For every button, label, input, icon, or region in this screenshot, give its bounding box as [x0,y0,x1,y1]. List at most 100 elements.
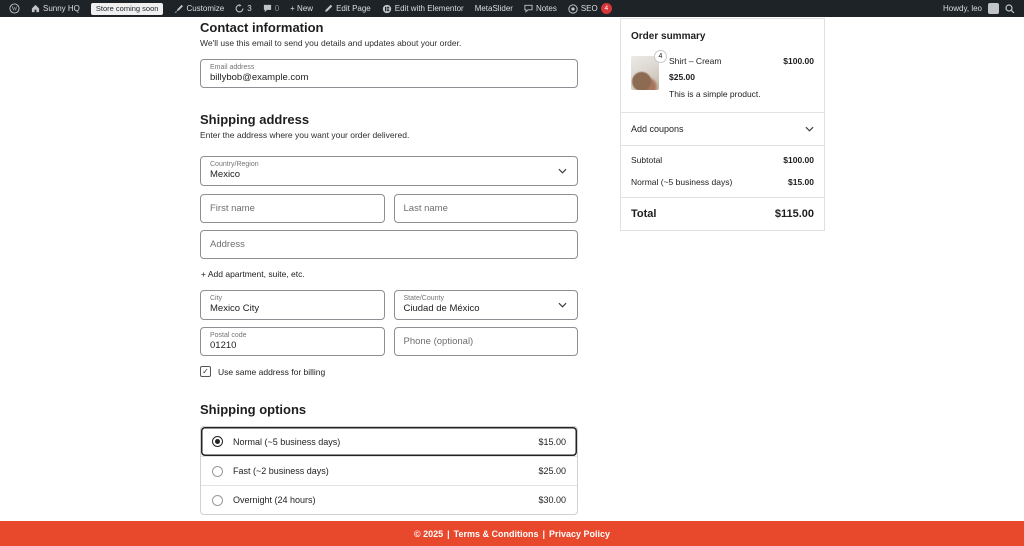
shipping-option-label: Overnight (24 hours) [233,495,316,505]
notes-bubble-icon [524,4,533,13]
new-label: + New [290,4,314,13]
edit-page-menu[interactable]: Edit Page [324,4,371,13]
postal-code-value: 01210 [210,340,237,351]
shipping-address-heading: Shipping address [200,112,310,127]
edit-page-label: Edit Page [336,4,371,13]
first-name-field[interactable]: First name [200,194,385,223]
seo-icon [568,3,578,14]
notes-menu[interactable]: Notes [524,4,557,13]
notes-label: Notes [535,4,557,13]
site-name: Sunny HQ [43,4,80,13]
howdy-account-menu[interactable]: Howdy, leo [943,4,982,13]
state-select-label: State/County [403,295,444,302]
checkbox-checked-icon[interactable]: ✓ [200,366,211,377]
product-name: Shirt – Cream [669,56,722,66]
elementor-label: Edit with Elementor [394,4,464,13]
email-field-label: Email address [210,64,255,71]
shipping-method-label: Normal (~5 business days) [631,177,733,187]
subtotal-row: Subtotal $100.00 [631,155,814,165]
home-icon [31,4,40,13]
product-thumbnail [631,56,659,90]
footer-separator: | [447,528,450,539]
shipping-option-price: $25.00 [538,466,566,476]
add-coupons-label: Add coupons [631,124,684,134]
avatar[interactable] [988,3,999,14]
state-select[interactable]: State/County Ciudad de México [393,290,578,320]
checkout-form: Contact information We'll use this email… [200,20,578,521]
chevron-down-icon [805,126,814,132]
order-summary-panel: Order summary 4 Shirt – Cream $100.00 $2… [620,18,825,231]
updates-count: 3 [247,4,252,13]
order-summary-heading: Order summary [631,31,706,42]
comments-menu[interactable]: 0 [263,4,279,13]
shipping-address-description: Enter the address where you want your or… [200,130,410,140]
updates-menu[interactable]: 3 [235,4,252,13]
product-description: This is a simple product. [669,89,761,99]
metaslider-menu[interactable]: MetaSlider [475,4,513,13]
radio-selected-icon[interactable] [212,436,223,447]
elementor-icon [382,4,391,13]
phone-placeholder: Phone (optional) [403,336,474,347]
coming-soon-badge[interactable]: Store coming soon [90,2,164,15]
brush-icon [174,4,184,13]
email-field-value: billybob@example.com [210,72,309,83]
svg-text:W: W [12,7,18,13]
chevron-down-icon [558,168,567,174]
terms-link[interactable]: Terms & Conditions [454,529,539,539]
country-select-label: Country/Region [210,161,259,168]
totals-section: Subtotal $100.00 Normal (~5 business day… [621,145,824,197]
elementor-menu[interactable]: Edit with Elementor [382,4,464,14]
city-field[interactable]: City Mexico City [200,290,385,320]
order-item: 4 Shirt – Cream $100.00 $25.00 This is a… [631,50,814,99]
seo-menu[interactable]: SEO 4 [568,3,612,14]
radio-unselected-icon[interactable] [212,465,223,477]
billing-same-checkbox-row[interactable]: ✓ Use same address for billing [200,366,578,377]
seo-label: SEO [580,4,598,13]
customize-menu[interactable]: Customize [174,4,224,13]
contact-heading: Contact information [200,20,324,35]
shipping-option-normal[interactable]: Normal (~5 business days) $15.00 [201,427,577,456]
address-placeholder: Address [210,239,245,250]
total-value: $115.00 [774,208,814,220]
total-label: Total [631,208,657,220]
shipping-option-price: $15.00 [538,436,566,447]
add-apartment-link[interactable]: + Add apartment, suite, etc. [201,269,305,279]
country-select[interactable]: Country/Region Mexico [200,156,578,186]
checkout-page: Contact information We'll use this email… [0,17,1024,521]
country-select-value: Mexico [210,169,241,180]
postal-code-field[interactable]: Postal code 01210 [200,327,385,356]
seo-notification-badge: 4 [600,3,612,14]
search-icon[interactable] [1005,3,1015,14]
last-name-field[interactable]: Last name [393,194,578,223]
state-select-value: Ciudad de México [403,303,480,314]
footer-copyright: © 2025 [413,528,444,539]
new-content-menu[interactable]: + New [290,4,313,13]
shipping-option-overnight[interactable]: Overnight (24 hours) $30.00 [201,485,577,514]
address-field[interactable]: Address [200,230,578,259]
update-icon [235,4,244,13]
customize-label: Customize [186,4,225,13]
radio-unselected-icon[interactable] [212,494,223,506]
comment-icon [263,4,271,13]
phone-field[interactable]: Phone (optional) [393,327,578,356]
privacy-link[interactable]: Privacy Policy [549,529,610,539]
unit-price: $25.00 [669,72,695,82]
pencil-icon [325,4,333,12]
total-row: Total $115.00 [621,197,824,230]
email-field[interactable]: Email address billybob@example.com [200,59,578,88]
comments-count: 0 [274,4,280,13]
metaslider-label: MetaSlider [474,4,513,13]
site-footer: © 2025 | Terms & Conditions | Privacy Po… [0,521,1024,546]
postal-code-label: Postal code [210,332,247,339]
wordpress-logo-icon[interactable]: W [9,3,20,14]
city-field-label: City [210,295,223,302]
footer-separator: | [542,528,545,539]
shipping-option-fast[interactable]: Fast (~2 business days) $25.00 [201,456,577,485]
add-coupons-toggle[interactable]: Add coupons [621,112,824,145]
shipping-option-price: $30.00 [538,495,566,505]
billing-same-checkbox-label: Use same address for billing [218,366,326,377]
chevron-down-icon [558,302,567,308]
shipping-option-label: Fast (~2 business days) [233,466,329,476]
last-name-placeholder: Last name [403,203,448,214]
site-menu[interactable]: Sunny HQ [31,4,80,13]
